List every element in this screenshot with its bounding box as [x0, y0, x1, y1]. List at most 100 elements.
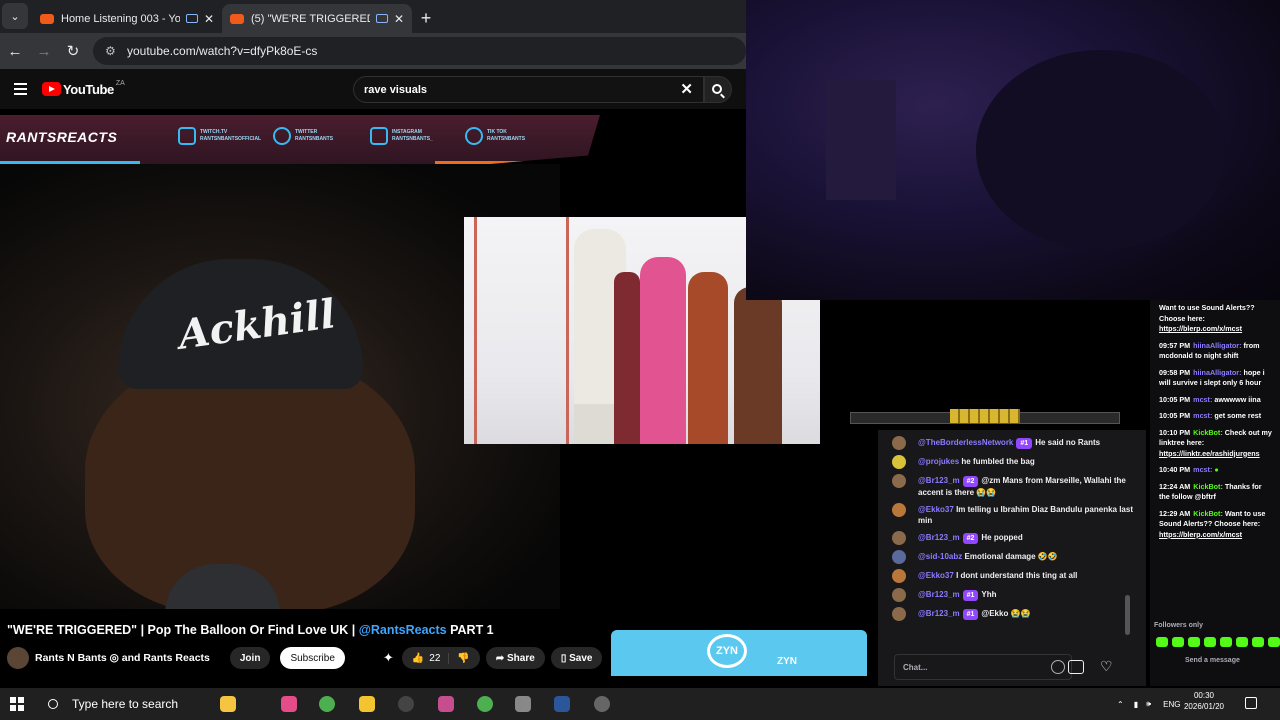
clock-time: 00:30	[1193, 691, 1215, 700]
emote-icon[interactable]	[1156, 637, 1168, 647]
video-title-mention[interactable]: @RantsReacts	[359, 623, 447, 637]
photos-icon[interactable]	[281, 696, 297, 712]
clear-search-icon[interactable]: ✕	[680, 80, 693, 98]
feed-user[interactable]: KickBot:	[1193, 482, 1223, 491]
search-input[interactable]: rave visuals ✕	[353, 76, 704, 103]
settings-icon[interactable]	[515, 696, 531, 712]
social-twitch: TWITCH.TV RANTSNBANTSOFFICIAL	[178, 127, 261, 145]
tab-title: (5) "WE'RE TRIGGERED" | Pop The Balloon …	[251, 12, 370, 25]
emote-icon[interactable]	[1220, 637, 1232, 647]
feed-user[interactable]: mcst:	[1193, 465, 1212, 474]
tab-search-button[interactable]: ⌄	[2, 3, 28, 29]
picture-in-picture-icon	[185, 14, 198, 23]
youtube-logo[interactable]: YouTube ZA	[42, 80, 125, 97]
obs-icon[interactable]	[398, 696, 414, 712]
feed-link[interactable]: https://linktr.ee/rashidjurgens	[1159, 449, 1260, 458]
clip-doorway	[474, 217, 569, 444]
language-indicator[interactable]: ENG	[1163, 700, 1180, 709]
feed-message: 10:05 PM mcst: get some rest	[1150, 408, 1280, 425]
reload-button[interactable]: ↻	[59, 37, 87, 65]
chat-scrollbar[interactable]	[1125, 595, 1130, 635]
taskbar-search-placeholder: Type here to search	[72, 697, 179, 711]
chrome-icon[interactable]	[319, 696, 335, 712]
emote-icon[interactable]	[1252, 637, 1264, 647]
like-button[interactable]: 👍 22	[402, 652, 450, 664]
feed-user[interactable]: mcst:	[1193, 411, 1212, 420]
menu-icon[interactable]	[0, 69, 40, 109]
chat-user[interactable]: @projukes	[918, 457, 959, 466]
feed-user[interactable]: mcst:	[1193, 395, 1212, 404]
chat-avatar	[892, 550, 906, 564]
close-tab-icon[interactable]: ✕	[204, 12, 214, 26]
chrome-profile-icon[interactable]	[477, 696, 493, 712]
chat-input[interactable]: Chat...	[894, 654, 1072, 680]
chat-avatar	[892, 607, 906, 621]
taskbar-search[interactable]: Type here to search	[40, 688, 240, 720]
site-info-icon[interactable]: ⚙	[105, 44, 119, 58]
emote-icon[interactable]	[1204, 637, 1216, 647]
chat-badge: #2	[962, 476, 979, 487]
twitter-icon	[273, 127, 291, 145]
file-explorer-icon[interactable]	[359, 696, 375, 712]
feed-user[interactable]: hiinaAlligator:	[1193, 341, 1241, 350]
search-button[interactable]	[704, 76, 732, 103]
chat-user[interactable]: @Br123_m	[918, 476, 960, 485]
url-field[interactable]: ⚙ youtube.com/watch?v=dfyPk8oE-cs	[93, 37, 746, 65]
video-title-text: "WE'RE TRIGGERED" | Pop The Balloon Or F…	[7, 623, 356, 637]
feed-user[interactable]: KickBot:	[1193, 428, 1223, 437]
sparkle-widget-icon[interactable]	[220, 696, 236, 712]
thumbs-down-icon: 👎	[457, 652, 470, 664]
chat-text: he fumbled the bag	[961, 457, 1035, 466]
chat-user[interactable]: @Br123_m	[918, 609, 960, 618]
taskbar-clock[interactable]: 00:30 2026/01/20	[1182, 690, 1226, 712]
close-tab-icon[interactable]: ✕	[394, 12, 404, 26]
emote-icon[interactable]	[1236, 637, 1248, 647]
feed-user[interactable]: hiinaAlligator:	[1193, 368, 1241, 377]
channel-name[interactable]: Rants N Bants ◎ and Rants Reacts	[35, 652, 210, 664]
share-button[interactable]: ➦ Share	[485, 647, 545, 669]
notifications-icon[interactable]	[1245, 697, 1257, 709]
join-button[interactable]: Join	[229, 647, 271, 669]
chat-badge: #1	[962, 609, 979, 620]
sparkle-icon[interactable]: ✦	[383, 650, 394, 666]
emote-icon[interactable]	[1188, 637, 1200, 647]
browser-tab-0[interactable]: Home Listening 003 - YouTube ✕	[32, 4, 222, 33]
new-tab-button[interactable]: +	[412, 4, 440, 33]
chat-user[interactable]: @Br123_m	[918, 533, 960, 542]
feed-link[interactable]: https://blerp.com/x/mcst	[1159, 530, 1242, 539]
chat-user[interactable]: @sid-10abz	[918, 552, 962, 561]
feed-time: 10:05 PM	[1159, 394, 1191, 404]
subscribe-button[interactable]: Subscribe	[280, 647, 345, 669]
browser-tab-1[interactable]: (5) "WE'RE TRIGGERED" | Pop The Balloon …	[222, 4, 412, 33]
chat-user[interactable]: @Br123_m	[918, 590, 960, 599]
emote-icon[interactable]	[1172, 637, 1184, 647]
ad-brand-text: ZYN	[777, 656, 797, 667]
app-icon[interactable]	[594, 696, 610, 712]
social-line2: RANTSNBANTSOFFICIAL	[200, 136, 262, 142]
volume-icon[interactable]: 🕪	[1146, 699, 1151, 709]
snipping-tool-icon[interactable]	[438, 696, 454, 712]
dislike-button[interactable]: 👎	[449, 653, 479, 664]
send-message-input[interactable]: Send a message	[1185, 657, 1240, 665]
chat-user[interactable]: @Ekko37	[918, 505, 954, 514]
chat-message: @Br123_m #2 @zm Mans from Marseille, Walla…	[878, 472, 1146, 501]
chat-user[interactable]: @TheBorderlessNetwork	[918, 438, 1013, 447]
windows-start-icon[interactable]	[10, 697, 24, 711]
feed-message: Want to use Sound Alerts?? Choose here: h…	[1150, 300, 1280, 338]
back-button[interactable]: ←	[1, 37, 29, 65]
save-button[interactable]: ▯ Save	[550, 647, 603, 669]
heart-icon[interactable]: ♡	[1100, 658, 1113, 675]
network-icon[interactable]: ▮	[1134, 700, 1138, 709]
chat-user[interactable]: @Ekko37	[918, 571, 954, 580]
forward-button[interactable]: →	[30, 37, 58, 65]
word-icon[interactable]	[554, 696, 570, 712]
feed-message: 12:24 AM KickBot: Thanks for the follow @…	[1150, 479, 1280, 506]
ad-card[interactable]: ZYN ZYN	[611, 630, 867, 676]
feed-user[interactable]: KickBot:	[1193, 509, 1223, 518]
feed-link[interactable]: https://blerp.com/x/mcst	[1159, 324, 1242, 333]
chat-settings-icon[interactable]	[1068, 660, 1084, 674]
emote-icon[interactable]	[1268, 637, 1280, 647]
tray-chevron-icon[interactable]: ⌃	[1117, 700, 1124, 709]
channel-avatar[interactable]	[7, 647, 29, 669]
emoji-icon[interactable]	[1051, 660, 1065, 674]
